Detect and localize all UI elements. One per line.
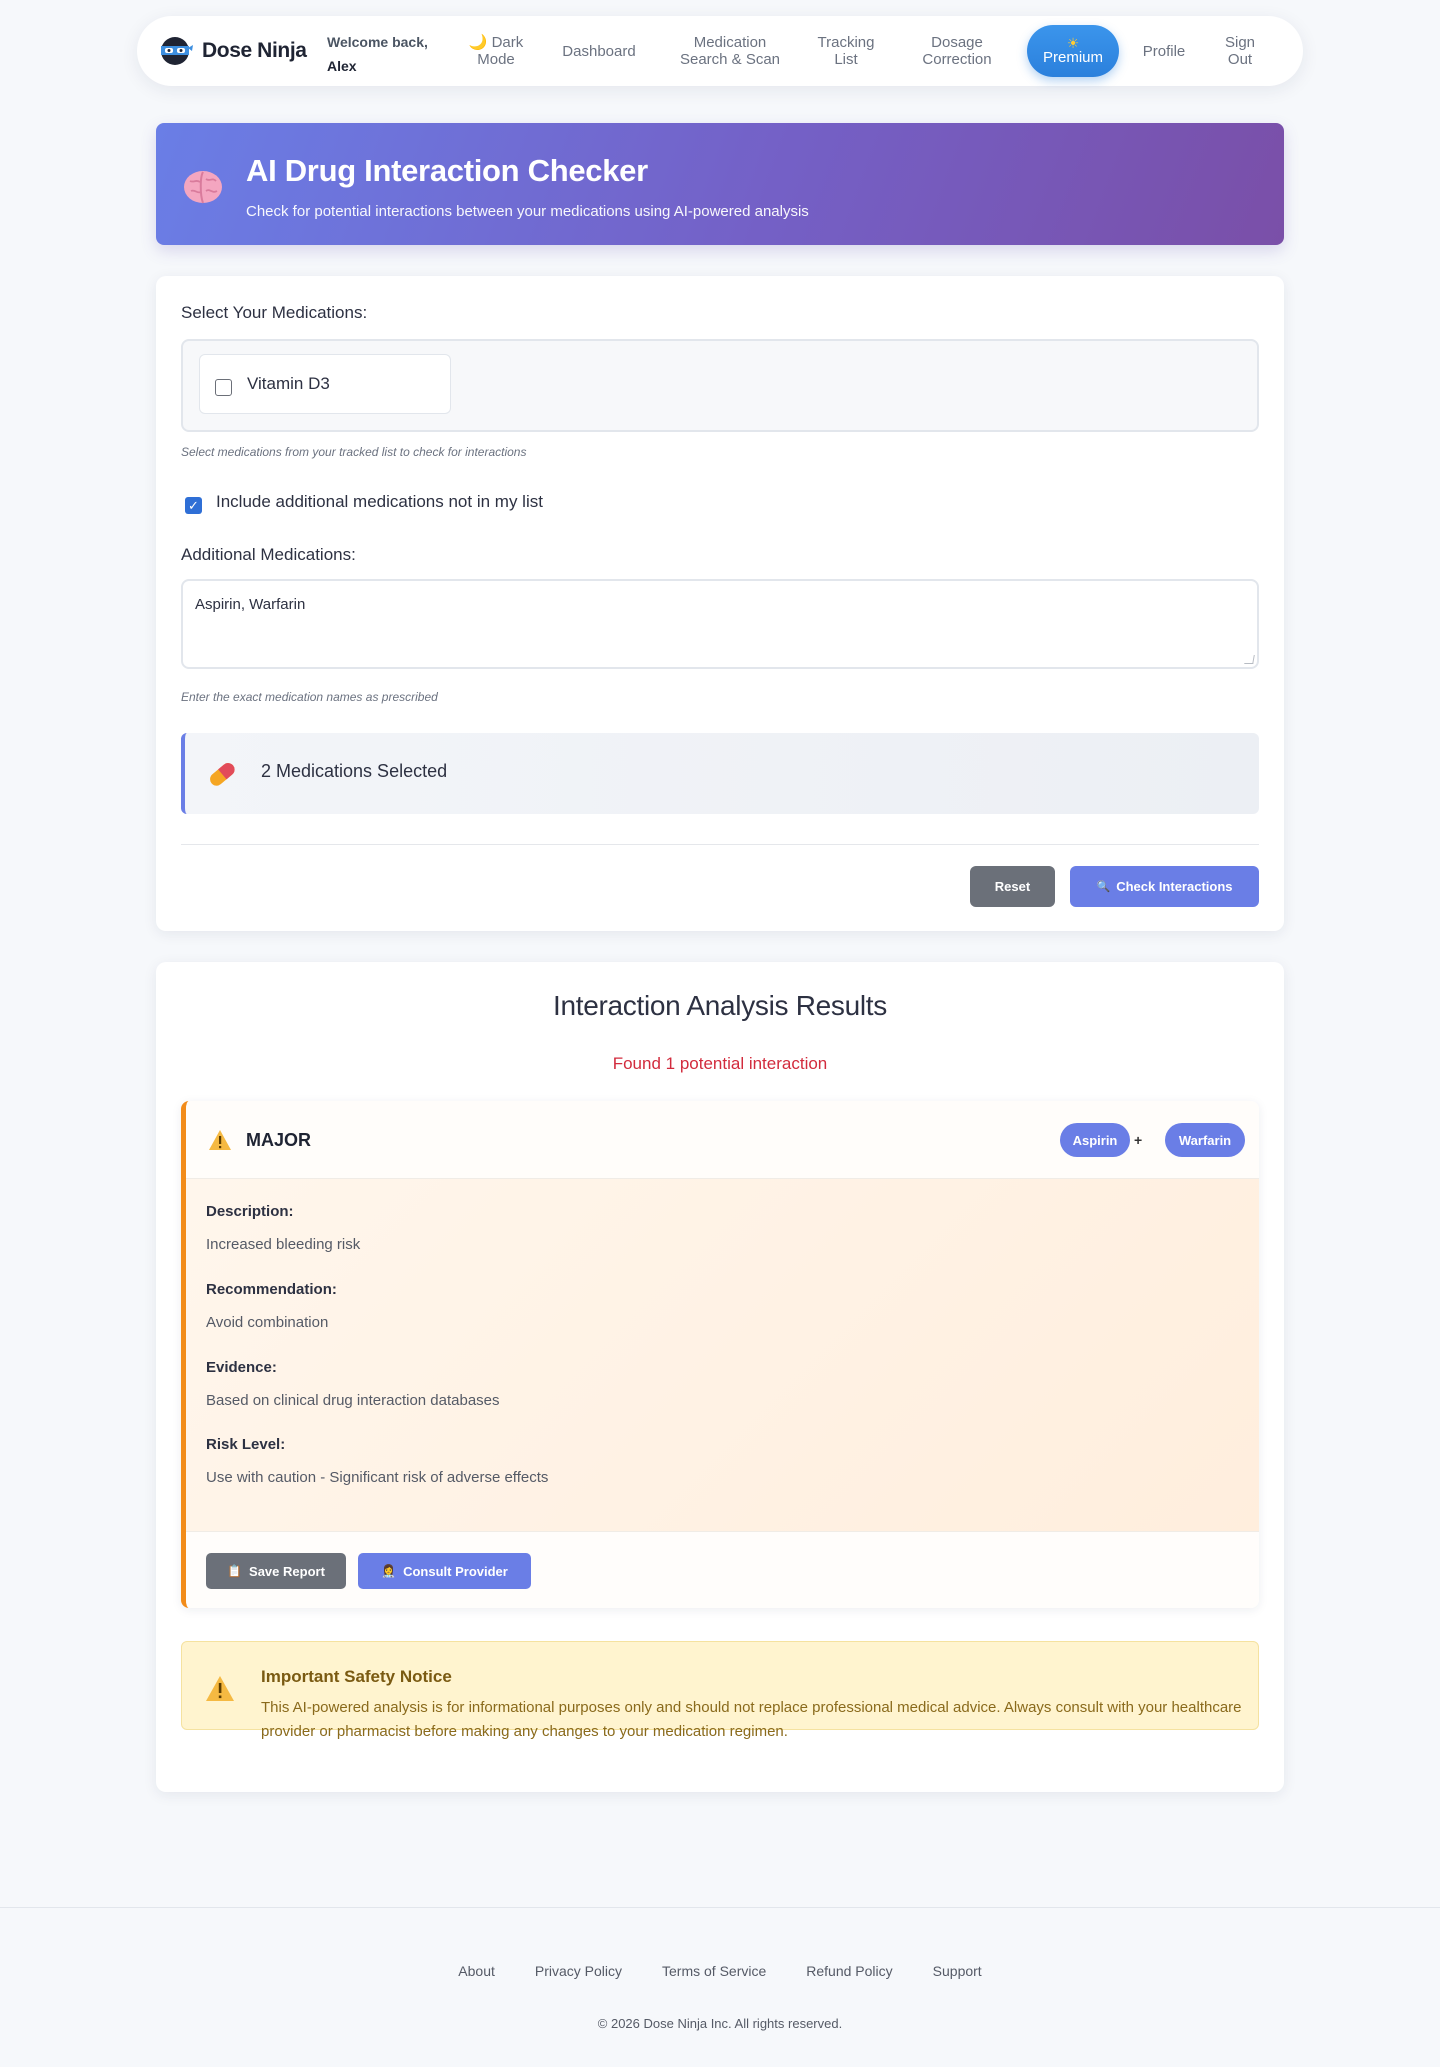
nav-tracking-list[interactable]: Tracking List xyxy=(811,16,881,86)
medication-checkbox[interactable] xyxy=(215,378,232,396)
footer-link-privacy[interactable]: Privacy Policy xyxy=(535,1963,622,1979)
description-value: Increased bleeding risk xyxy=(206,1236,361,1253)
safety-notice-title: Important Safety Notice xyxy=(261,1667,452,1686)
warning-icon xyxy=(209,1130,231,1150)
severity-label: MAJOR xyxy=(246,1130,312,1150)
warning-icon xyxy=(206,1676,234,1701)
reset-button[interactable]: Reset xyxy=(970,866,1055,907)
copyright: © 2026 Dose Ninja Inc. All rights reserv… xyxy=(597,2016,843,2031)
selected-count-box: 2 Medications Selected xyxy=(181,733,1259,814)
footer: About Privacy Policy Terms of Service Re… xyxy=(0,1907,1440,2067)
safety-notice-text: This AI-powered analysis is for informat… xyxy=(261,1699,1242,1740)
medication-name: Vitamin D3 xyxy=(247,374,330,393)
medication-option[interactable]: Vitamin D3 xyxy=(199,354,451,414)
divider xyxy=(181,844,1259,845)
nav-sign-out[interactable]: Sign Out xyxy=(1217,16,1263,86)
doctor-icon: 👩‍⚕️ xyxy=(381,1564,397,1578)
description-label: Description: xyxy=(206,1203,294,1220)
nav-medication-search[interactable]: Medication Search & Scan xyxy=(670,16,790,86)
footer-link-refund[interactable]: Refund Policy xyxy=(806,1963,892,1979)
premium-label: Premium xyxy=(1042,49,1103,66)
interaction-details: Description: Increased bleeding risk Rec… xyxy=(186,1179,1259,1531)
drug-badge-a: Aspirin xyxy=(1060,1123,1130,1157)
top-navbar: Dose Ninja Welcome back, Alex 🌙 Dark Mod… xyxy=(137,16,1303,86)
page-header-banner: AI Drug Interaction Checker Check for po… xyxy=(156,123,1284,245)
resize-handle[interactable] xyxy=(1244,655,1255,664)
ninja-icon xyxy=(161,37,193,65)
sun-icon: ☀ xyxy=(1066,35,1080,51)
interaction-actions: 📋 Save Report 👩‍⚕️ Consult Provider xyxy=(186,1531,1259,1608)
additional-medications-input[interactable]: Aspirin, Warfarin xyxy=(181,579,1259,669)
results-title: Interaction Analysis Results xyxy=(553,990,887,1021)
consult-provider-button[interactable]: 👩‍⚕️ Consult Provider xyxy=(358,1553,531,1589)
plus-sign: + xyxy=(1134,1132,1143,1148)
welcome-line: Welcome back, xyxy=(327,34,428,50)
additional-medications-label: Additional Medications: xyxy=(181,545,356,564)
evidence-value: Based on clinical drug interaction datab… xyxy=(206,1392,500,1409)
welcome-text: Welcome back, Alex xyxy=(327,30,428,78)
drug-badge-b: Warfarin xyxy=(1165,1123,1245,1157)
brand-name: Dose Ninja xyxy=(202,39,307,62)
pill-icon xyxy=(210,763,235,786)
check-interactions-button[interactable]: 🔍 Check Interactions xyxy=(1070,866,1259,907)
include-additional-label[interactable]: Include additional medications not in my… xyxy=(216,492,543,512)
recommendation-value: Avoid combination xyxy=(206,1314,329,1331)
save-report-button[interactable]: 📋 Save Report xyxy=(206,1553,346,1589)
risk-level-label: Risk Level: xyxy=(206,1436,286,1453)
page-title: AI Drug Interaction Checker xyxy=(246,153,648,188)
nav-premium-button[interactable]: ☀ Premium xyxy=(1027,25,1119,77)
include-additional-checkbox[interactable]: ✓ xyxy=(185,497,202,514)
save-report-label: Save Report xyxy=(249,1563,325,1579)
footer-link-about[interactable]: About xyxy=(458,1963,495,1979)
recommendation-label: Recommendation: xyxy=(206,1281,337,1298)
brain-icon xyxy=(184,171,222,204)
clipboard-icon: 📋 xyxy=(227,1564,243,1578)
consult-provider-label: Consult Provider xyxy=(403,1563,508,1579)
page-subtitle: Check for potential interactions between… xyxy=(246,203,809,220)
additional-hint: Enter the exact medication names as pres… xyxy=(181,690,438,704)
footer-links: About Privacy Policy Terms of Service Re… xyxy=(0,1963,1440,1979)
select-medications-label: Select Your Medications: xyxy=(181,303,368,322)
footer-link-support[interactable]: Support xyxy=(933,1963,982,1979)
medication-selection-card: Select Your Medications: Vitamin D3 Sele… xyxy=(156,276,1284,931)
footer-link-terms[interactable]: Terms of Service xyxy=(662,1963,766,1979)
select-hint: Select medications from your tracked lis… xyxy=(181,445,527,459)
results-count: Found 1 potential interaction xyxy=(612,1054,828,1073)
risk-level-value: Use with caution - Significant risk of a… xyxy=(206,1469,549,1486)
interaction-card: MAJOR Aspirin + Warfarin Description: In… xyxy=(181,1101,1259,1608)
nav-dashboard[interactable]: Dashboard xyxy=(554,16,644,86)
results-card: Interaction Analysis Results Found 1 pot… xyxy=(156,962,1284,1792)
check-interactions-label: Check Interactions xyxy=(1116,879,1233,894)
selected-count-text: 2 Medications Selected xyxy=(261,761,448,781)
safety-notice: Important Safety Notice This AI-powered … xyxy=(181,1641,1259,1740)
welcome-user: Alex xyxy=(327,58,357,74)
evidence-label: Evidence: xyxy=(206,1359,277,1376)
nav-dosage-correction[interactable]: Dosage Correction xyxy=(917,16,997,86)
nav-profile[interactable]: Profile xyxy=(1134,16,1194,86)
dark-mode-toggle[interactable]: 🌙 Dark Mode xyxy=(453,16,539,86)
interaction-header: MAJOR Aspirin + Warfarin xyxy=(186,1101,1259,1179)
search-icon: 🔍 xyxy=(1096,881,1111,893)
brand-logo[interactable]: Dose Ninja xyxy=(159,36,307,66)
medication-list: Vitamin D3 xyxy=(181,339,1259,432)
additional-medications-value: Aspirin, Warfarin xyxy=(195,596,306,613)
